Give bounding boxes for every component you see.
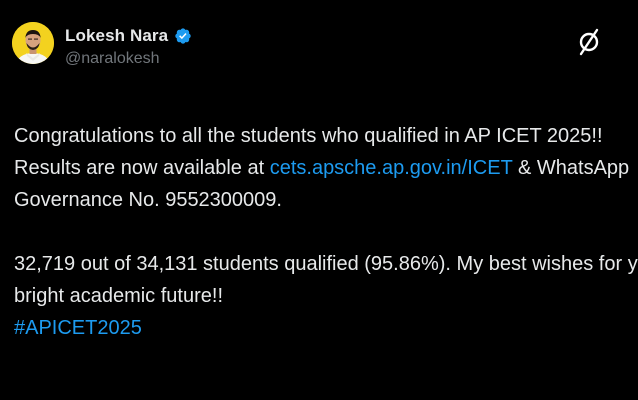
tweet-line-1: Congratulations to all the students who … bbox=[14, 125, 603, 147]
profile-photo-icon bbox=[12, 22, 54, 64]
author-name-row: Lokesh Nara bbox=[65, 26, 192, 46]
verified-badge-icon bbox=[174, 27, 192, 45]
tweet-line-2-prefix: Results are now available at bbox=[14, 157, 270, 179]
x-logo-icon[interactable] bbox=[569, 24, 609, 60]
hashtag-link[interactable]: #APICET2025 bbox=[14, 312, 624, 344]
tweet-line-4: 32,719 out of 34,131 students qualified … bbox=[14, 253, 638, 275]
author-display-name[interactable]: Lokesh Nara bbox=[65, 26, 168, 46]
author-handle[interactable]: @naralokesh bbox=[65, 50, 160, 68]
tweet-card: Lokesh Nara @naralokesh Congratulations … bbox=[0, 0, 638, 400]
tweet-line-5: bright academic future!! bbox=[14, 285, 223, 307]
avatar[interactable] bbox=[12, 22, 54, 64]
tweet-line-2: Results are now available at cets.apsche… bbox=[14, 152, 629, 184]
tweet-line-2-suffix: & WhatsApp bbox=[512, 157, 630, 179]
tweet-line-3: Governance No. 9552300009. bbox=[14, 189, 282, 211]
results-link[interactable]: cets.apsche.ap.gov.in/ICET bbox=[270, 157, 513, 179]
tweet-text: Congratulations to all the students who … bbox=[14, 120, 638, 344]
